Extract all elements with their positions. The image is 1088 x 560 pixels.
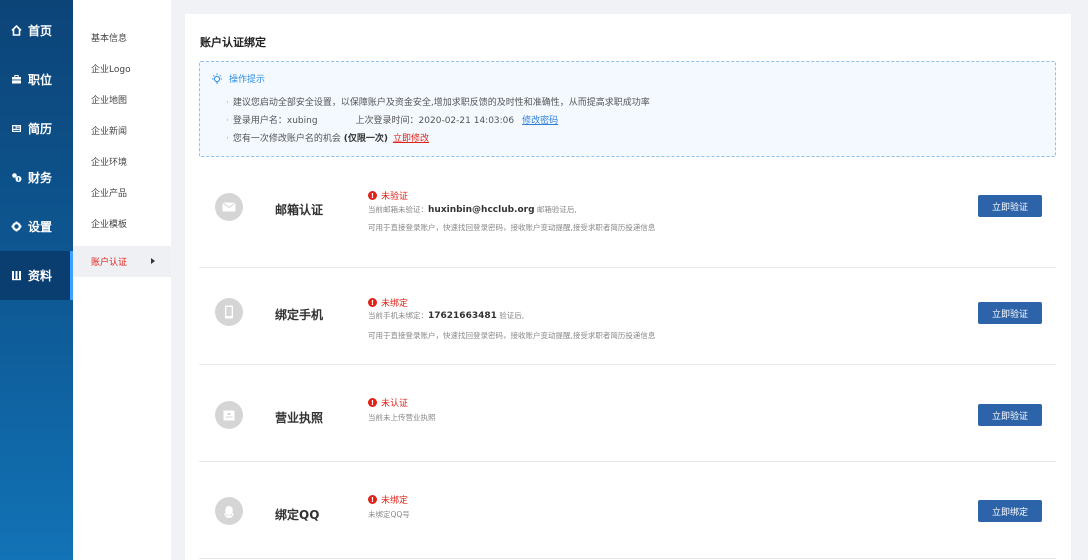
email-value: huxinbin@hcclub.org: [428, 205, 535, 215]
profile-icon: [11, 270, 22, 281]
subnav-item-template[interactable]: 企业模板: [73, 208, 171, 239]
license-icon: [215, 401, 243, 429]
nav-label-home: 首页: [28, 24, 53, 38]
nav-label-jobs: 职位: [28, 73, 53, 87]
tip-line-security: · 建议您启动全部安全设置，以保障账户及资金安全,增加求职反馈的及时性和准确性，从…: [226, 98, 650, 108]
verify-desc-detail: 可用于直接登录账户，快速找回登录密码，接收账户变动提醒,接受求职者简历投递信息: [368, 331, 656, 340]
finance-icon: [11, 172, 22, 183]
nav-label-resume: 简历: [28, 122, 53, 136]
status-text: 未验证: [381, 192, 409, 202]
tip-line-rename: · 您有一次修改账户名的机会 (仅限一次) 立即修改: [226, 134, 430, 144]
rename-now-link[interactable]: 立即修改: [393, 134, 429, 144]
qq-icon: [215, 497, 243, 525]
subnav-item-news[interactable]: 企业新闻: [73, 115, 171, 146]
tip-line-login: · 登录用户名：xubing 上次登录时间：2020-02-21 14:03:06 修…: [226, 116, 559, 126]
nav-label-profile: 资料: [28, 269, 53, 283]
phone-value: 17621663481: [428, 311, 497, 321]
verify-name: 邮箱认证: [275, 203, 324, 217]
envelope-icon: [215, 193, 243, 221]
tips-box: 操作提示 · 建议您启动全部安全设置，以保障账户及资金安全,增加求职反馈的及时性和…: [199, 61, 1056, 157]
nav-item-resume[interactable]: 简历: [0, 104, 73, 153]
subnav-item-map[interactable]: 企业地图: [73, 84, 171, 115]
alert-icon: !: [368, 495, 377, 504]
tip-username: 登录用户名：xubing: [232, 116, 318, 126]
verify-row-qq: 绑定QQ ! 未绑定 未绑定QQ号 立即绑定: [199, 462, 1056, 559]
change-password-link[interactable]: 修改密码: [522, 116, 558, 126]
alert-icon: !: [368, 298, 377, 307]
status-text: 未绑定: [381, 496, 409, 506]
verify-desc-detail: 可用于直接登录账户，快速找回登录密码，接收账户变动提醒,接受求职者简历投递信息: [368, 223, 656, 232]
main-sidebar: 首页 职位 简历 财务 设置 资料: [0, 0, 73, 560]
phone-icon: [215, 298, 243, 326]
briefcase-icon: [11, 74, 22, 85]
gear-icon: [11, 221, 22, 232]
content-panel: 账户认证绑定 操作提示 · 建议您启动全部安全设置，以保障账户及资金安全,增加求职…: [185, 14, 1071, 560]
home-icon: [11, 25, 22, 36]
verify-email-button[interactable]: 立即验证: [978, 195, 1042, 217]
status-text: 未绑定: [381, 299, 409, 309]
tip-last-login: 上次登录时间：2020-02-21 14:03:06: [355, 116, 515, 126]
nav-item-finance[interactable]: 财务: [0, 153, 73, 202]
verify-phone-button[interactable]: 立即验证: [978, 302, 1042, 324]
subnav-item-environment[interactable]: 企业环境: [73, 146, 171, 177]
verify-name: 营业执照: [275, 411, 324, 425]
nav-item-home[interactable]: 首页: [0, 6, 73, 55]
tips-heading-text: 操作提示: [229, 75, 266, 85]
nav-label-settings: 设置: [28, 220, 53, 234]
alert-icon: !: [368, 398, 377, 407]
verify-license-button[interactable]: 立即验证: [978, 404, 1042, 426]
tip-security-text: 建议您启动全部安全设置，以保障账户及资金安全,增加求职反馈的及时性和准确性，从而…: [232, 98, 650, 108]
resume-icon: [11, 123, 22, 134]
status-badge: ! 未认证: [368, 396, 408, 409]
subnav-item-products[interactable]: 企业产品: [73, 177, 171, 208]
verify-row-license: 营业执照 ! 未认证 当前未上传营业执照 立即验证: [199, 365, 1056, 462]
subnav-item-basic-info[interactable]: 基本信息: [73, 22, 171, 53]
status-text: 未认证: [381, 399, 409, 409]
verify-name: 绑定手机: [275, 308, 324, 322]
page-title: 账户认证绑定: [200, 36, 266, 49]
verify-desc: 未绑定QQ号: [368, 510, 410, 519]
tips-heading: 操作提示: [211, 72, 265, 85]
subnav-item-account-verify[interactable]: 账户认证: [73, 246, 171, 277]
verify-desc: 当前手机未绑定：17621663481 验证后,: [368, 311, 525, 321]
nav-label-finance: 财务: [28, 171, 53, 185]
subnav-label-account-verify: 账户认证: [91, 258, 128, 268]
verify-name: 绑定QQ: [275, 508, 320, 522]
verify-row-email: 邮箱认证 ! 未验证 当前邮箱未验证：huxinbin@hcclub.org 邮箱…: [199, 171, 1056, 268]
sub-sidebar: 基本信息 企业Logo 企业地图 企业新闻 企业环境 企业产品 企业模板 账户认…: [73, 0, 171, 560]
bind-qq-button[interactable]: 立即绑定: [978, 500, 1042, 522]
tip-rename-bold: (仅限一次): [343, 134, 388, 144]
status-badge: ! 未绑定: [368, 493, 408, 506]
lightbulb-icon: [211, 73, 223, 85]
nav-item-profile[interactable]: 资料: [0, 251, 73, 300]
tip-rename-text: 您有一次修改账户名的机会: [232, 134, 341, 144]
subnav-item-logo[interactable]: 企业Logo: [73, 53, 171, 84]
alert-icon: !: [368, 191, 377, 200]
caret-right-icon: [151, 258, 155, 264]
status-badge: ! 未绑定: [368, 296, 408, 309]
nav-item-jobs[interactable]: 职位: [0, 55, 73, 104]
nav-item-settings[interactable]: 设置: [0, 202, 73, 251]
verify-desc: 当前未上传营业执照: [368, 413, 436, 422]
verification-list: 邮箱认证 ! 未验证 当前邮箱未验证：huxinbin@hcclub.org 邮箱…: [199, 171, 1056, 559]
status-badge: ! 未验证: [368, 189, 408, 202]
verify-desc: 当前邮箱未验证：huxinbin@hcclub.org 邮箱验证后,: [368, 205, 577, 215]
verify-row-phone: 绑定手机 ! 未绑定 当前手机未绑定：17621663481 验证后, 可用于直接…: [199, 268, 1056, 365]
